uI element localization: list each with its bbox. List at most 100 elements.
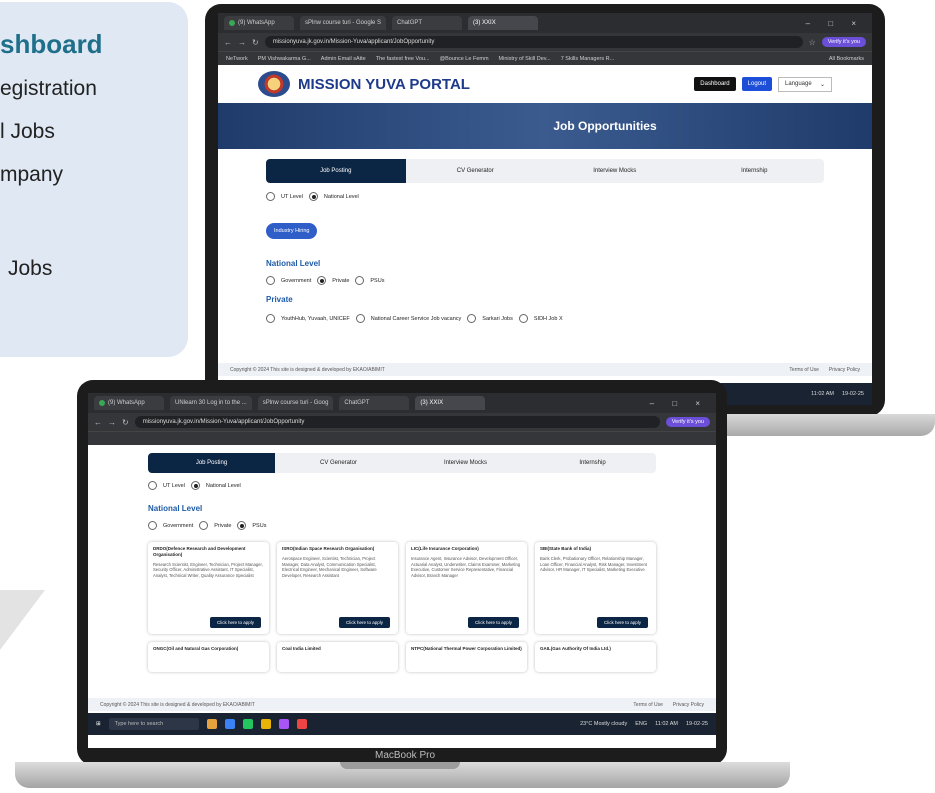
- tab-internship[interactable]: Internship: [529, 453, 656, 473]
- radio-sarkari-jobs[interactable]: [467, 314, 477, 323]
- window-controls[interactable]: – □ ×: [806, 19, 872, 28]
- bookmark-item[interactable]: @Bounce Le Femm: [440, 56, 489, 62]
- radio-psus[interactable]: [355, 276, 365, 285]
- radio-national-level[interactable]: [308, 192, 318, 201]
- radio-youthhub[interactable]: [266, 314, 275, 323]
- menu-item-jobs[interactable]: l Jobs: [0, 120, 55, 144]
- weather-status[interactable]: 23°C Mostly cloudy: [580, 721, 627, 727]
- card-body: Aerospace Engineer, Scientist, Technicia…: [282, 555, 377, 578]
- bookmark-item[interactable]: Ministry of Skill Dev...: [499, 56, 551, 62]
- chrome-icon[interactable]: [242, 719, 253, 729]
- mission-yuva-logo: [258, 71, 290, 97]
- industry-hiring-button[interactable]: Industry Hiring: [266, 223, 318, 239]
- copyright-text: Copyright © 2024 This site is designed &…: [100, 701, 255, 708]
- terms-link[interactable]: Terms of Use: [633, 702, 662, 708]
- terms-link[interactable]: Terms of Use: [789, 367, 818, 373]
- apply-button[interactable]: Click here to apply: [467, 617, 519, 628]
- radio-ut-level[interactable]: [148, 481, 157, 490]
- folder-icon[interactable]: [260, 719, 271, 729]
- reload-icon[interactable]: ↻: [252, 38, 259, 47]
- app-icon[interactable]: [206, 719, 217, 729]
- store-icon[interactable]: [278, 719, 289, 729]
- url-input[interactable]: missionyuva.jk.gov.in/Mission-Yuva/appli…: [134, 416, 660, 428]
- radio-government[interactable]: [266, 276, 275, 285]
- privacy-link[interactable]: Privacy Policy: [829, 367, 860, 373]
- card-title: SBI(State Bank of India): [540, 546, 592, 551]
- browser-tab[interactable]: (9) WhatsApp: [94, 396, 164, 410]
- apply-button[interactable]: Click here to apply: [596, 617, 648, 628]
- portal-title: MISSION YUVA PORTAL: [298, 75, 470, 93]
- app-icon[interactable]: [296, 719, 307, 729]
- radio-government[interactable]: [148, 521, 157, 530]
- privacy-link[interactable]: Privacy Policy: [673, 702, 704, 708]
- mockup-stage: shboard egistration l Jobs mpany Jobs (9…: [0, 0, 935, 793]
- radio-psus[interactable]: [237, 521, 247, 530]
- radio-private[interactable]: [199, 521, 209, 530]
- browser-tab[interactable]: sPlnw course turi - Goog: [257, 396, 334, 410]
- date: 19-02-25: [685, 721, 708, 727]
- back-laptop-screen: (9) WhatsApp sPlnw course turi - Google …: [218, 13, 872, 405]
- psu-card: DRDO(Defence Research and Development Or…: [148, 542, 269, 634]
- national-level-title: National Level: [266, 259, 321, 268]
- portal-footer: Copyright © 2024 This site is designed &…: [218, 363, 872, 376]
- portal-tabs: Job Posting CV Generator Interview Mocks…: [148, 453, 656, 473]
- bookmark-item[interactable]: Admin Email sAtte: [321, 56, 366, 62]
- tab-job-posting[interactable]: Job Posting: [148, 453, 275, 473]
- star-icon[interactable]: ☆: [809, 38, 816, 47]
- bookmark-item[interactable]: PM Vishwakarma G...: [258, 56, 311, 62]
- clock: 11:02 AM: [655, 721, 678, 727]
- browser-tab[interactable]: ChatGPT: [339, 396, 410, 410]
- psu-cards-next-row: ONGC(Oil and Natural Gas Corporation) Co…: [148, 642, 656, 672]
- forward-arrow-icon[interactable]: →: [238, 38, 246, 47]
- dashboard-button[interactable]: Dashboard: [694, 77, 736, 91]
- back-arrow-icon[interactable]: ←: [94, 418, 102, 427]
- address-bar-row: ← → ↻ missionyuva.jk.gov.in/Mission-Yuva…: [88, 413, 716, 431]
- browser-tab-active[interactable]: (3) XXIX: [468, 16, 539, 30]
- browser-tabbar: (9) WhatsApp sPlnw course turi - Google …: [218, 13, 872, 33]
- card-title: DRDO(Defence Research and Development Or…: [153, 546, 246, 557]
- psu-card: Coal India Limited: [277, 642, 398, 672]
- radio-private[interactable]: [317, 276, 327, 285]
- tab-job-posting[interactable]: Job Posting: [266, 159, 406, 183]
- language-select[interactable]: Language ⌄: [778, 76, 832, 92]
- tab-interview-mocks[interactable]: Interview Mocks: [402, 453, 529, 473]
- forward-arrow-icon[interactable]: →: [108, 418, 116, 427]
- back-arrow-icon[interactable]: ←: [224, 38, 232, 47]
- psu-card: NTPC(National Thermal Power Corporation …: [406, 642, 527, 672]
- taskbar-search-input[interactable]: Type here to search: [108, 718, 199, 730]
- device-label: MacBook Pro: [374, 750, 436, 761]
- reload-icon[interactable]: ↻: [122, 418, 129, 427]
- bookmarks-bar: NeTwork PM Vishwakarma G... Admin Email …: [218, 51, 872, 65]
- radio-sidh[interactable]: [518, 314, 528, 323]
- tab-interview-mocks[interactable]: Interview Mocks: [545, 159, 685, 183]
- radio-national-level[interactable]: [190, 481, 200, 490]
- bookmark-item[interactable]: NeTwork: [226, 56, 248, 62]
- menu-item-other-jobs[interactable]: Jobs: [8, 257, 52, 281]
- url-input[interactable]: missionyuva.jk.gov.in/Mission-Yuva/appli…: [264, 36, 803, 48]
- menu-item-company[interactable]: mpany: [0, 163, 63, 187]
- verify-button[interactable]: Verify it's you: [821, 37, 866, 47]
- menu-item-registration[interactable]: egistration: [0, 77, 97, 101]
- edge-icon[interactable]: [224, 719, 235, 729]
- tab-cv-generator[interactable]: CV Generator: [406, 159, 546, 183]
- sector-radio-group: Government Private PSUs: [266, 276, 824, 285]
- all-bookmarks[interactable]: All Bookmarks: [829, 56, 872, 62]
- radio-ncs[interactable]: [355, 314, 365, 323]
- verify-button[interactable]: Verify it's you: [665, 417, 710, 427]
- browser-tab[interactable]: UNlearn 30 Log in to the ...: [170, 396, 252, 410]
- radio-ut-level[interactable]: [266, 192, 275, 201]
- tab-cv-generator[interactable]: CV Generator: [275, 453, 402, 473]
- browser-tab[interactable]: ChatGPT: [392, 16, 463, 30]
- window-controls[interactable]: – □ ×: [650, 399, 716, 408]
- browser-tab-active[interactable]: (3) XXIX: [415, 396, 486, 410]
- windows-start-icon[interactable]: ⊞: [96, 721, 101, 727]
- browser-tab[interactable]: sPlnw course turi - Google S: [300, 16, 387, 30]
- bookmark-item[interactable]: The fastest free Vou...: [376, 56, 430, 62]
- bookmark-item[interactable]: 7 Skills Managers R...: [561, 56, 615, 62]
- language-indicator[interactable]: ENG: [635, 721, 647, 727]
- apply-button[interactable]: Click here to apply: [338, 617, 390, 628]
- tab-internship[interactable]: Internship: [685, 159, 825, 183]
- apply-button[interactable]: Click here to apply: [209, 617, 261, 628]
- logout-button[interactable]: Logout: [741, 77, 772, 91]
- browser-tab[interactable]: (9) WhatsApp: [224, 16, 294, 30]
